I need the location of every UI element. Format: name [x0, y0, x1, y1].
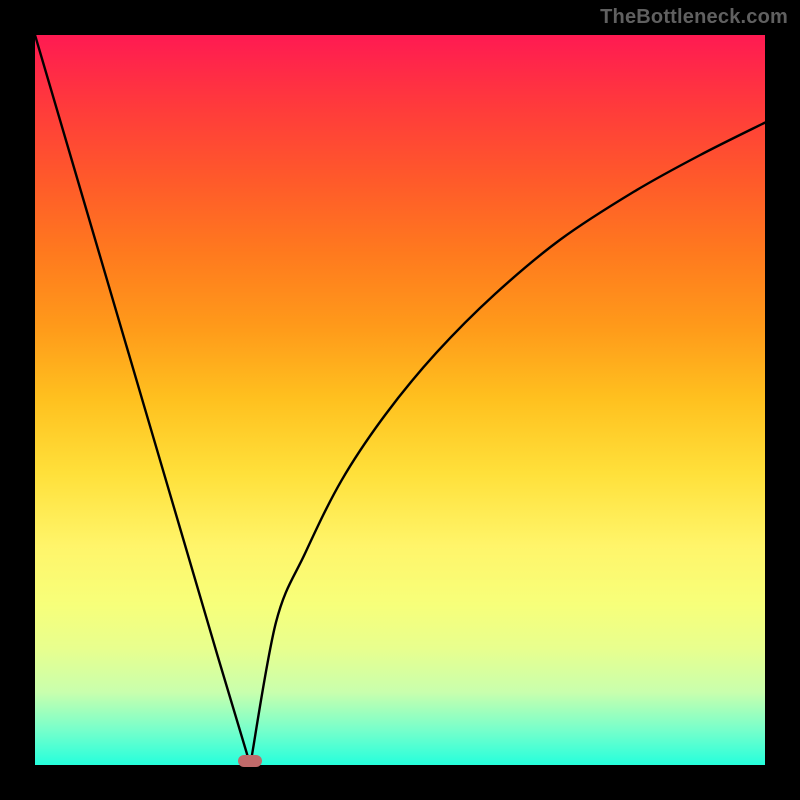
curve-right-branch — [250, 123, 765, 765]
plot-area — [35, 35, 765, 765]
curve-svg — [35, 35, 765, 765]
chart-frame: TheBottleneck.com — [0, 0, 800, 800]
minimum-marker — [238, 755, 262, 767]
watermark-text: TheBottleneck.com — [600, 6, 788, 29]
curve-left-branch — [35, 35, 250, 765]
